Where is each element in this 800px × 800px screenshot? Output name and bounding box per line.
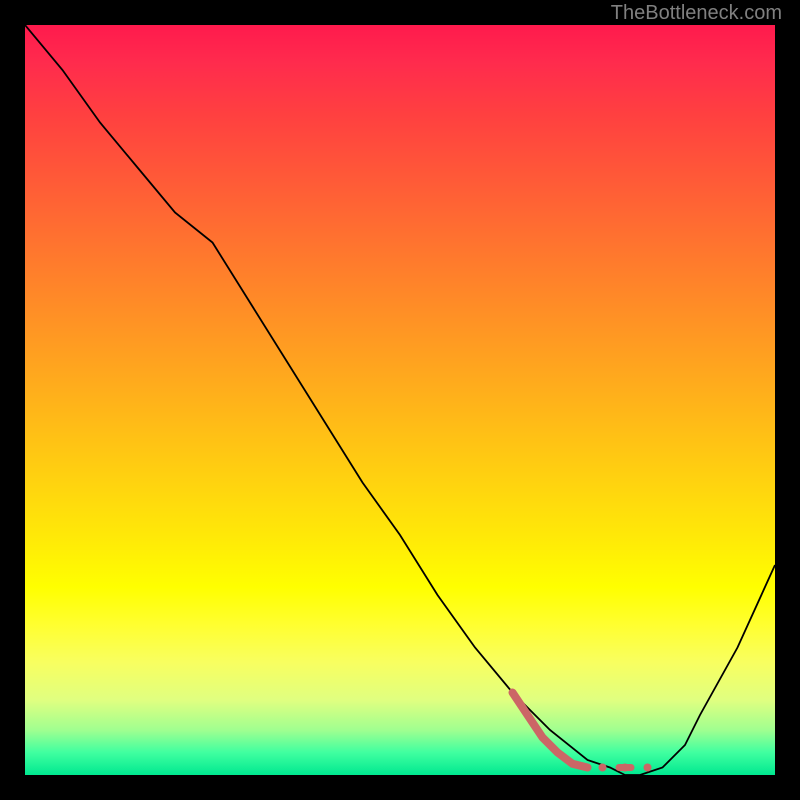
marker-group [513,693,652,772]
plot-area [25,25,775,775]
chart-container: TheBottleneck.com [0,0,800,800]
attribution-text: TheBottleneck.com [611,2,782,25]
chart-overlay [25,25,775,775]
main-curve [25,25,775,775]
